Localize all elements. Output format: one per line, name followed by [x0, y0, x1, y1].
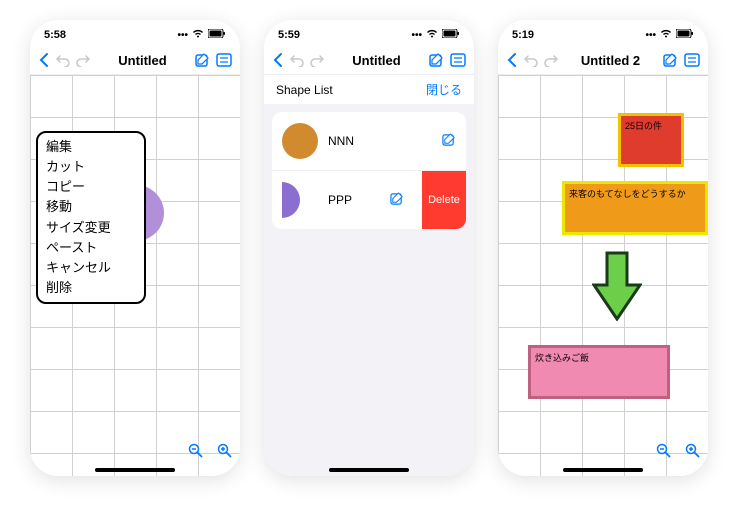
arrow-shape[interactable] — [592, 251, 642, 321]
undo-icon[interactable] — [56, 53, 70, 67]
redo-icon[interactable] — [76, 53, 90, 67]
compose-icon[interactable] — [663, 53, 678, 68]
menu-item-move[interactable]: 移動 — [46, 197, 136, 217]
status-bar: 5:19 ••• — [498, 20, 708, 46]
signal-icon: ••• — [645, 30, 656, 41]
shape-list: NNN PPP Delete — [264, 104, 474, 476]
back-icon[interactable] — [38, 52, 50, 68]
canvas[interactable]: 25日の件 来客のもてなしをどうするか 炊き込みご飯 — [498, 75, 708, 476]
menu-item-cancel[interactable]: キャンセル — [46, 258, 136, 278]
shape-preview-icon — [282, 123, 318, 159]
menu-item-edit[interactable]: 編集 — [46, 137, 136, 157]
clock: 5:19 — [512, 29, 534, 41]
battery-icon — [208, 29, 226, 41]
context-menu: 編集 カット コピー 移動 サイズ変更 ペースト キャンセル 削除 — [36, 131, 146, 304]
signal-icon: ••• — [411, 30, 422, 41]
battery-icon — [442, 29, 460, 41]
zoom-out-icon[interactable] — [188, 443, 203, 462]
status-icons: ••• — [645, 29, 694, 41]
canvas[interactable]: 編集 カット コピー 移動 サイズ変更 ペースト キャンセル 削除 — [30, 75, 240, 476]
page-title: Untitled 2 — [581, 53, 640, 68]
back-icon[interactable] — [272, 52, 284, 68]
shape-preview-icon — [282, 182, 318, 218]
home-indicator[interactable] — [95, 468, 175, 472]
home-indicator[interactable] — [329, 468, 409, 472]
status-bar: 5:59 ••• — [264, 20, 474, 46]
redo-icon[interactable] — [310, 53, 324, 67]
edit-icon[interactable] — [442, 133, 456, 150]
signal-icon: ••• — [177, 30, 188, 41]
undo-icon[interactable] — [524, 53, 538, 67]
menu-item-delete[interactable]: 削除 — [46, 278, 136, 298]
compose-icon[interactable] — [195, 53, 210, 68]
list-icon[interactable] — [684, 53, 700, 67]
shape-label: PPP — [328, 193, 380, 207]
shape-box[interactable]: 25日の件 — [618, 113, 684, 167]
menu-item-resize[interactable]: サイズ変更 — [46, 218, 136, 238]
list-header: Shape List 閉じる — [264, 75, 474, 104]
battery-icon — [676, 29, 694, 41]
nav-bar: Untitled — [30, 46, 240, 75]
wifi-icon — [426, 29, 438, 41]
nav-bar: Untitled — [264, 46, 474, 75]
status-bar: 5:58 ••• — [30, 20, 240, 46]
shape-box[interactable]: 来客のもてなしをどうするか — [562, 181, 708, 235]
wifi-icon — [192, 29, 204, 41]
clock: 5:58 — [44, 29, 66, 41]
menu-item-copy[interactable]: コピー — [46, 177, 136, 197]
undo-icon[interactable] — [290, 53, 304, 67]
clock: 5:59 — [278, 29, 300, 41]
list-icon[interactable] — [216, 53, 232, 67]
zoom-out-icon[interactable] — [656, 443, 671, 462]
page-title: Untitled — [352, 53, 400, 68]
home-indicator[interactable] — [563, 468, 643, 472]
shape-label: NNN — [328, 134, 432, 148]
close-button[interactable]: 閉じる — [426, 81, 462, 98]
delete-button[interactable]: Delete — [422, 171, 466, 229]
back-icon[interactable] — [506, 52, 518, 68]
screen-1: 5:58 ••• Untitled 編集 カット コピー 移動 — [30, 20, 240, 476]
redo-icon[interactable] — [544, 53, 558, 67]
list-item[interactable]: PPP Delete — [272, 170, 466, 229]
list-title: Shape List — [276, 83, 333, 97]
shape-box[interactable]: 炊き込みご飯 — [528, 345, 670, 399]
list-item[interactable]: NNN — [272, 112, 466, 170]
status-icons: ••• — [411, 29, 460, 41]
list-icon[interactable] — [450, 53, 466, 67]
menu-item-paste[interactable]: ペースト — [46, 238, 136, 258]
menu-item-cut[interactable]: カット — [46, 157, 136, 177]
nav-bar: Untitled 2 — [498, 46, 708, 75]
screen-3: 5:19 ••• Untitled 2 25日の件 来客のもてなしをどうするか … — [498, 20, 708, 476]
wifi-icon — [660, 29, 672, 41]
status-icons: ••• — [177, 29, 226, 41]
edit-icon[interactable] — [390, 192, 404, 209]
zoom-in-icon[interactable] — [685, 443, 700, 462]
compose-icon[interactable] — [429, 53, 444, 68]
page-title: Untitled — [118, 53, 166, 68]
zoom-in-icon[interactable] — [217, 443, 232, 462]
screen-2: 5:59 ••• Untitled Shape List 閉じる NNN — [264, 20, 474, 476]
